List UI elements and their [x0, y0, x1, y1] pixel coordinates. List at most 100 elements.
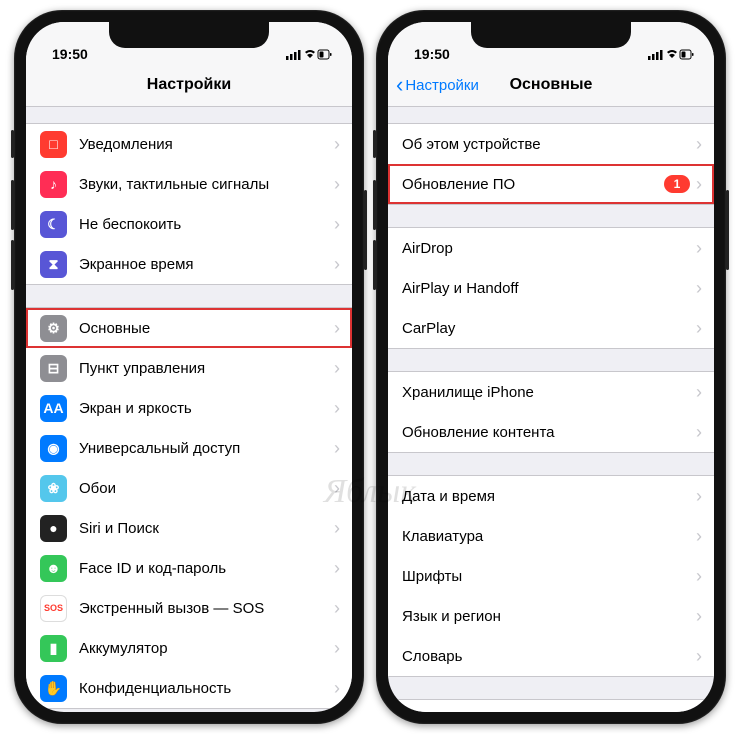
- row-datetime[interactable]: Дата и время›: [388, 475, 714, 516]
- row-label: Обновление ПО: [402, 176, 664, 193]
- status-time: 19:50: [52, 46, 88, 62]
- row-label: Клавиатура: [402, 528, 696, 545]
- row-bgrefresh[interactable]: Обновление контента›: [388, 412, 714, 453]
- page-title: Настройки: [147, 76, 231, 94]
- back-button[interactable]: ‹ Настройки: [396, 74, 479, 96]
- back-label: Настройки: [405, 77, 479, 94]
- status-time: 19:50: [414, 46, 450, 62]
- chevron-right-icon: ›: [334, 134, 352, 155]
- row-screentime[interactable]: ⧗Экранное время›: [26, 244, 352, 285]
- phone-left: 19:50 Настройки □Уведомления›♪Звуки, так…: [14, 10, 364, 724]
- row-swupdate[interactable]: Обновление ПО1 ›: [388, 164, 714, 205]
- row-sos[interactable]: SOSЭкстренный вызов — SOS›: [26, 588, 352, 628]
- chevron-right-icon: ›: [334, 678, 352, 699]
- row-siri[interactable]: ● Siri и Поиск›: [26, 508, 352, 548]
- screen-right: 19:50 ‹ Настройки Основные Об этом устро…: [388, 22, 714, 712]
- settings-content[interactable]: □Уведомления›♪Звуки, тактильные сигналы›…: [26, 107, 352, 712]
- screen-left: 19:50 Настройки □Уведомления›♪Звуки, так…: [26, 22, 352, 712]
- row-airplay[interactable]: AirPlay и Handoff›: [388, 268, 714, 308]
- row-notifications[interactable]: □ Уведомления›: [26, 123, 352, 164]
- row-label: Обновление контента: [402, 424, 696, 441]
- battery-icon: ▮: [40, 635, 67, 662]
- row-dnd[interactable]: ☾ Не беспокоить›: [26, 204, 352, 244]
- chevron-right-icon: ›: [334, 638, 352, 659]
- wallpaper-icon: ❀: [40, 475, 67, 502]
- row-privacy[interactable]: ✋Конфиденциальность›: [26, 668, 352, 709]
- chevron-right-icon: ›: [696, 238, 714, 259]
- row-display[interactable]: AAЭкран и яркость›: [26, 388, 352, 428]
- row-label: Основные: [79, 320, 334, 337]
- chevron-right-icon: ›: [696, 422, 714, 443]
- settings-group: Дата и время›Клавиатура›Шрифты›Язык и ре…: [388, 475, 714, 677]
- row-label: Обои: [79, 480, 334, 497]
- chevron-right-icon: ›: [334, 174, 352, 195]
- dnd-icon: ☾: [40, 211, 67, 238]
- page-title: Основные: [510, 76, 593, 94]
- row-carplay[interactable]: CarPlay›: [388, 308, 714, 349]
- row-label: Не беспокоить: [79, 216, 334, 233]
- row-label: Face ID и код-пароль: [79, 560, 334, 577]
- chevron-right-icon: ›: [696, 134, 714, 155]
- screentime-icon: ⧗: [40, 251, 67, 278]
- general-icon: ⚙: [40, 315, 67, 342]
- row-storage[interactable]: Хранилище iPhone›: [388, 371, 714, 412]
- row-label: Словарь: [402, 648, 696, 665]
- row-label: Звуки, тактильные сигналы: [79, 176, 334, 193]
- badge: 1: [664, 175, 690, 193]
- row-dictionary[interactable]: Словарь›: [388, 636, 714, 677]
- row-faceid[interactable]: ☻ Face ID и код-пароль›: [26, 548, 352, 588]
- chevron-right-icon: ›: [334, 558, 352, 579]
- row-airdrop[interactable]: AirDrop›: [388, 227, 714, 268]
- general-content[interactable]: Об этом устройстве›Обновление ПО1›AirDro…: [388, 107, 714, 712]
- row-label: Экранное время: [79, 256, 334, 273]
- row-vpn[interactable]: VPNНе подключено›: [388, 699, 714, 712]
- row-label: Экстренный вызов — SOS: [79, 600, 334, 617]
- status-indicators: [286, 46, 332, 62]
- row-label: AirPlay и Handoff: [402, 280, 696, 297]
- settings-group: VPNНе подключено›ПрофильiOS 13 & iPadOS …: [388, 699, 714, 712]
- row-label: Конфиденциальность: [79, 680, 334, 697]
- row-label: Аккумулятор: [79, 640, 334, 657]
- row-label: Уведомления: [79, 136, 334, 153]
- siri-icon: ●: [40, 515, 67, 542]
- chevron-right-icon: ›: [334, 518, 352, 539]
- phone-right: 19:50 ‹ Настройки Основные Об этом устро…: [376, 10, 726, 724]
- chevron-right-icon: ›: [696, 526, 714, 547]
- row-fonts[interactable]: Шрифты›: [388, 556, 714, 596]
- row-battery[interactable]: ▮ Аккумулятор›: [26, 628, 352, 668]
- chevron-right-icon: ›: [334, 398, 352, 419]
- row-about[interactable]: Об этом устройстве›: [388, 123, 714, 164]
- row-label: Хранилище iPhone: [402, 384, 696, 401]
- settings-group: □Уведомления›♪Звуки, тактильные сигналы›…: [26, 123, 352, 285]
- sos-icon: SOS: [40, 595, 67, 622]
- chevron-right-icon: ›: [334, 318, 352, 339]
- chevron-right-icon: ›: [334, 478, 352, 499]
- chevron-right-icon: ›: [696, 318, 714, 339]
- row-sounds[interactable]: ♪ Звуки, тактильные сигналы›: [26, 164, 352, 204]
- chevron-right-icon: ›: [696, 382, 714, 403]
- faceid-icon: ☻: [40, 555, 67, 582]
- row-wallpaper[interactable]: ❀ Обои›: [26, 468, 352, 508]
- row-label: CarPlay: [402, 320, 696, 337]
- row-label: Язык и регион: [402, 608, 696, 625]
- row-lang[interactable]: Язык и регион›: [388, 596, 714, 636]
- settings-group: ⚙Основные›⊟Пункт управления›AAЭкран и яр…: [26, 307, 352, 709]
- row-label: AirDrop: [402, 240, 696, 257]
- status-indicators: [648, 46, 694, 62]
- row-controlcenter[interactable]: ⊟Пункт управления›: [26, 348, 352, 388]
- chevron-left-icon: ‹: [396, 74, 403, 96]
- sounds-icon: ♪: [40, 171, 67, 198]
- chevron-right-icon: ›: [334, 214, 352, 235]
- settings-group: Об этом устройстве› Обновление ПО1 ›: [388, 123, 714, 205]
- row-general[interactable]: ⚙ Основные›: [26, 307, 352, 348]
- controlcenter-icon: ⊟: [40, 355, 67, 382]
- row-label: Siri и Поиск: [79, 520, 334, 537]
- chevron-right-icon: ›: [334, 438, 352, 459]
- row-keyboard[interactable]: Клавиатура›: [388, 516, 714, 556]
- chevron-right-icon: ›: [696, 646, 714, 667]
- chevron-right-icon: ›: [696, 174, 714, 195]
- row-accessibility[interactable]: ◉Универсальный доступ›: [26, 428, 352, 468]
- settings-group: Хранилище iPhone›Обновление контента›: [388, 371, 714, 453]
- notifications-icon: □: [40, 131, 67, 158]
- row-label: Пункт управления: [79, 360, 334, 377]
